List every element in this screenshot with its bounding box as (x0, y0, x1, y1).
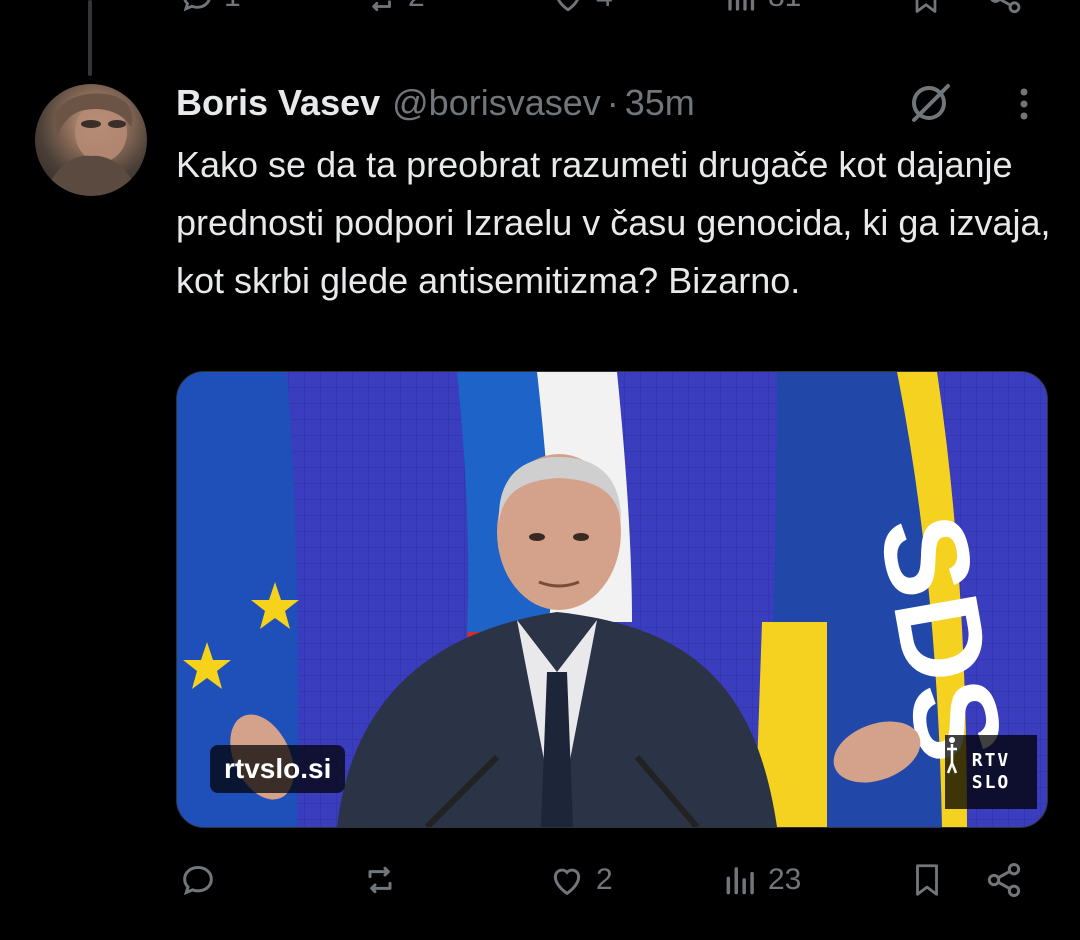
repost-icon (368, 866, 392, 894)
tweet-media[interactable]: SDS rtvslo.si RTV SLO (176, 371, 1048, 828)
share-button[interactable] (984, 860, 1024, 900)
thread-connector-line (88, 0, 92, 76)
heart-icon (553, 868, 581, 896)
prev-share-button[interactable] (986, 0, 1024, 16)
separator-dot: · (606, 82, 619, 123)
link-domain-badge[interactable]: rtvslo.si (210, 745, 346, 793)
prev-bookmark-button[interactable] (908, 0, 944, 18)
views-button[interactable]: 23 (722, 860, 801, 900)
share-icon (987, 863, 1021, 897)
prev-reply-button[interactable]: 1 (178, 0, 241, 16)
rtv-slo-logo: RTV SLO (945, 735, 1037, 809)
grok-icon[interactable] (906, 78, 954, 126)
reply-icon (183, 0, 211, 12)
prev-views-button[interactable]: 81 (724, 0, 801, 16)
tweet-text: Kako se da ta preobrat razumeti drugače … (176, 144, 1051, 301)
share-icon (990, 0, 1021, 14)
repost-button[interactable] (358, 860, 410, 900)
views-count: 23 (768, 863, 802, 896)
more-icon[interactable] (1012, 86, 1036, 126)
bookmark-icon (915, 0, 937, 13)
prev-tweet-actions: 1 2 4 81 (0, 0, 1080, 22)
prev-repost-button[interactable]: 2 (360, 0, 425, 16)
like-count: 2 (596, 863, 613, 896)
prev-views-count: 81 (768, 0, 801, 14)
bookmark-icon (916, 864, 938, 896)
bookmark-button[interactable] (908, 858, 946, 902)
avatar[interactable] (35, 84, 147, 196)
tweet-actions: 2 23 (0, 856, 1080, 906)
rtv-logo-line1: RTV (971, 750, 1011, 771)
like-button[interactable]: 2 (546, 860, 613, 900)
author-handle[interactable]: @borisvasev (392, 82, 601, 124)
author-name[interactable]: Boris Vasev (176, 82, 380, 124)
prev-like-button[interactable]: 4 (548, 0, 613, 16)
rtv-logo-line2: SLO (971, 772, 1011, 793)
prev-repost-count: 2 (408, 0, 425, 14)
repost-icon (372, 0, 391, 12)
prev-reply-count: 1 (224, 0, 241, 14)
reply-icon (183, 865, 213, 896)
rtv-figure-icon (946, 737, 958, 774)
views-icon (728, 0, 755, 11)
reply-button[interactable] (178, 860, 226, 900)
avatar-image (45, 93, 139, 196)
tweet-thread: 1 2 4 81 Boris Vase (0, 0, 1080, 940)
timestamp[interactable]: 35m (625, 82, 695, 124)
prev-like-count: 4 (596, 0, 613, 14)
tweet-header: Boris Vasev @borisvasev · 35m (176, 78, 695, 128)
heart-icon (557, 0, 579, 12)
views-icon (726, 867, 754, 895)
